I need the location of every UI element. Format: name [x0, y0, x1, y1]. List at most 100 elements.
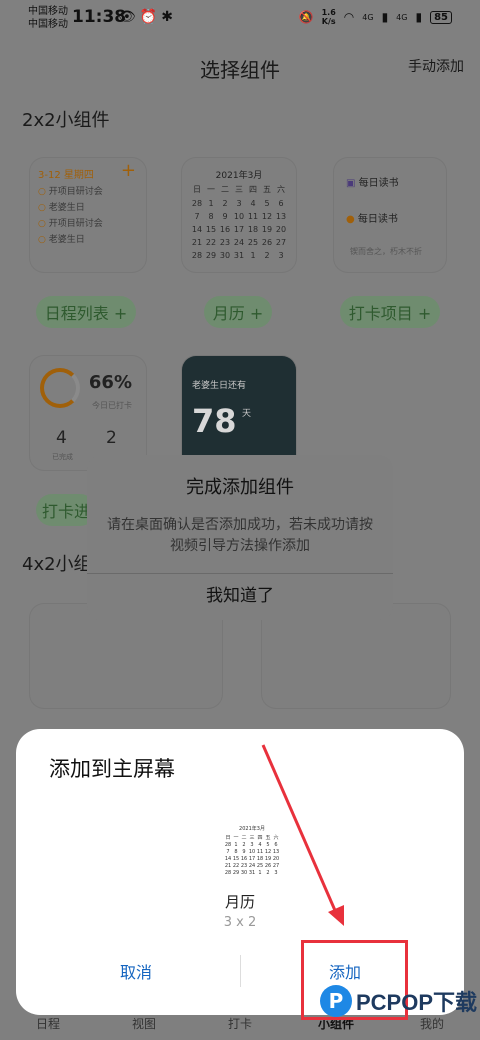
- preview-day: 六: [273, 835, 279, 841]
- preview-day: 19: [264, 856, 272, 862]
- calendar-day: 1: [208, 199, 214, 208]
- calendar-day: 22: [205, 238, 217, 247]
- cancel-button[interactable]: 取消: [86, 959, 186, 983]
- calendar-day: 31: [233, 251, 245, 260]
- nav-checkin[interactable]: 打卡: [228, 1015, 252, 1032]
- calendar-day: 六: [277, 185, 285, 194]
- schedule-list: ○ 开项目研讨会 ○ 老婆生日 ○ 开项目研讨会 ○ 老婆生日: [38, 184, 103, 245]
- completion-dialog: 完成添加组件 请在桌面确认是否添加成功，若未成功请按视频引导方法操作添加 我知道…: [87, 455, 393, 620]
- nav-schedule[interactable]: 日程: [36, 1015, 60, 1032]
- carrier-2: 中国移动: [28, 19, 68, 30]
- calendar-day: 18: [247, 225, 259, 234]
- calendar-day: 11: [247, 212, 259, 221]
- calendar-day: 二: [221, 185, 229, 194]
- preview-day: 12: [264, 849, 272, 855]
- calendar-day: 15: [205, 225, 217, 234]
- nav-mine[interactable]: 我的: [420, 1015, 444, 1032]
- list-item: ○ 老婆生日: [38, 203, 85, 213]
- calendar-day: 16: [219, 225, 231, 234]
- preview-day: 26: [264, 863, 272, 869]
- calendar-day: 10: [233, 212, 245, 221]
- preview-day: 四: [257, 835, 263, 841]
- schedule-widget[interactable]: 3-12 星期四 + ○ 开项目研讨会 ○ 老婆生日 ○ 开项目研讨会 ○ 老婆…: [30, 158, 146, 272]
- net-speed: 1.6 K/s: [321, 8, 336, 26]
- carrier-info: 中国移动 中国移动: [28, 5, 68, 31]
- calendar-day: 日: [193, 185, 201, 194]
- calendar-day: 9: [222, 212, 228, 221]
- preview-day: 25: [256, 863, 264, 869]
- calendar-grid: 日一二三四五六 28 1 2 3 4 5 6 7 8 9 10 11 12 13 14 15 16 17 18 19 20…: [190, 184, 288, 260]
- widget-size: 3 x 2: [223, 915, 257, 930]
- preview-day: 27: [272, 863, 280, 869]
- calendar-day: 3: [278, 251, 284, 260]
- add-schedule-list-button[interactable]: 日程列表 +: [36, 296, 136, 328]
- preview-day: 11: [256, 849, 264, 855]
- calendar-day: 4: [250, 199, 256, 208]
- progress-widget[interactable]: 66% 今日已打卡 4 已完成 2: [30, 356, 146, 470]
- preview-day: 1: [258, 870, 262, 876]
- calendar-day: 29: [205, 251, 217, 260]
- wifi-icon: ◠: [343, 10, 355, 24]
- preview-day: 10: [248, 849, 256, 855]
- status-bar: 中国移动 中国移动 11:38 👁⏰✱ 🔕 1.6 K/s ◠ 4G ▮ 4G …: [0, 0, 480, 36]
- calendar-day: 27: [275, 238, 287, 247]
- alarm-icon: ⏰: [139, 9, 162, 25]
- calendar-day: 三: [235, 185, 243, 194]
- signal-2: 4G: [396, 12, 408, 22]
- nav-view[interactable]: 视图: [132, 1015, 156, 1032]
- calendar-day: 6: [278, 199, 284, 208]
- calendar-day: 3: [236, 199, 242, 208]
- preview-day: 二: [241, 835, 247, 841]
- calendar-day: 13: [275, 212, 287, 221]
- calendar-day: 2: [264, 251, 270, 260]
- manual-add-button[interactable]: 手动添加: [408, 56, 464, 76]
- divider: [240, 955, 241, 987]
- signal-1: 4G: [362, 12, 374, 22]
- add-checkin-button[interactable]: 打卡项目 +: [340, 296, 440, 328]
- list-item: ○ 老婆生日: [38, 235, 85, 245]
- preview-day: 8: [234, 849, 238, 855]
- preview-day: 五: [265, 835, 271, 841]
- preview-calendar-grid: 日一二三四五六 28 1 2 3 4 5 6 7 8 9 10 11 12 13 14 15 16 17 18 19 20…: [224, 834, 280, 876]
- dialog-title: 完成添加组件: [186, 477, 294, 498]
- countdown-widget[interactable]: 老婆生日还有 78 天: [182, 356, 296, 470]
- checkin-widget[interactable]: ▣ 每日读书 ● 每日读书 锲而舍之，朽木不折: [334, 158, 446, 272]
- add-icon: +: [120, 160, 136, 181]
- signal-bars-icon: ▮: [415, 10, 423, 24]
- calendar-day: 1: [250, 251, 256, 260]
- preview-day: 日: [225, 835, 231, 841]
- calendar-day: 五: [263, 185, 271, 194]
- calendar-day: 17: [233, 225, 245, 234]
- preview-day: 3: [250, 842, 254, 848]
- preview-day: 18: [256, 856, 264, 862]
- sheet-title: 添加到主屏幕: [49, 757, 175, 781]
- calendar-day: 20: [275, 225, 287, 234]
- checkin-item: ▣ 每日读书: [346, 178, 399, 189]
- calendar-day: 12: [261, 212, 273, 221]
- preview-day: 3: [274, 870, 278, 876]
- calendar-widget[interactable]: 2021年3月 日一二三四五六 28 1 2 3 4 5 6 7 8 9 10 11 12 13 14 15 16…: [182, 158, 296, 272]
- calendar-day: 30: [219, 251, 231, 260]
- preview-day: 22: [232, 863, 240, 869]
- preview-day: 20: [272, 856, 280, 862]
- got-it-button[interactable]: 我知道了: [87, 573, 393, 620]
- preview-day: 13: [272, 849, 280, 855]
- preview-day: 2: [266, 870, 270, 876]
- checkin-item: ● 每日读书: [346, 214, 398, 225]
- preview-day: 21: [224, 863, 232, 869]
- list-item: ○ 开项目研讨会: [38, 219, 103, 229]
- add-month-calendar-button[interactable]: 月历 +: [204, 296, 272, 328]
- list-item: ○ 开项目研讨会: [38, 187, 103, 197]
- preview-day: 4: [258, 842, 262, 848]
- preview-day: 28: [224, 842, 232, 848]
- preview-day: 31: [248, 870, 256, 876]
- calendar-day: 19: [261, 225, 273, 234]
- preview-day: 7: [226, 849, 230, 855]
- progress-ring-icon: [40, 368, 80, 408]
- preview-day: 14: [224, 856, 232, 862]
- calendar-day: 2: [222, 199, 228, 208]
- notification-icons: 👁⏰✱: [118, 9, 177, 25]
- preview-day: 29: [232, 870, 240, 876]
- calendar-day: 四: [249, 185, 257, 194]
- calendar-day: 21: [191, 238, 203, 247]
